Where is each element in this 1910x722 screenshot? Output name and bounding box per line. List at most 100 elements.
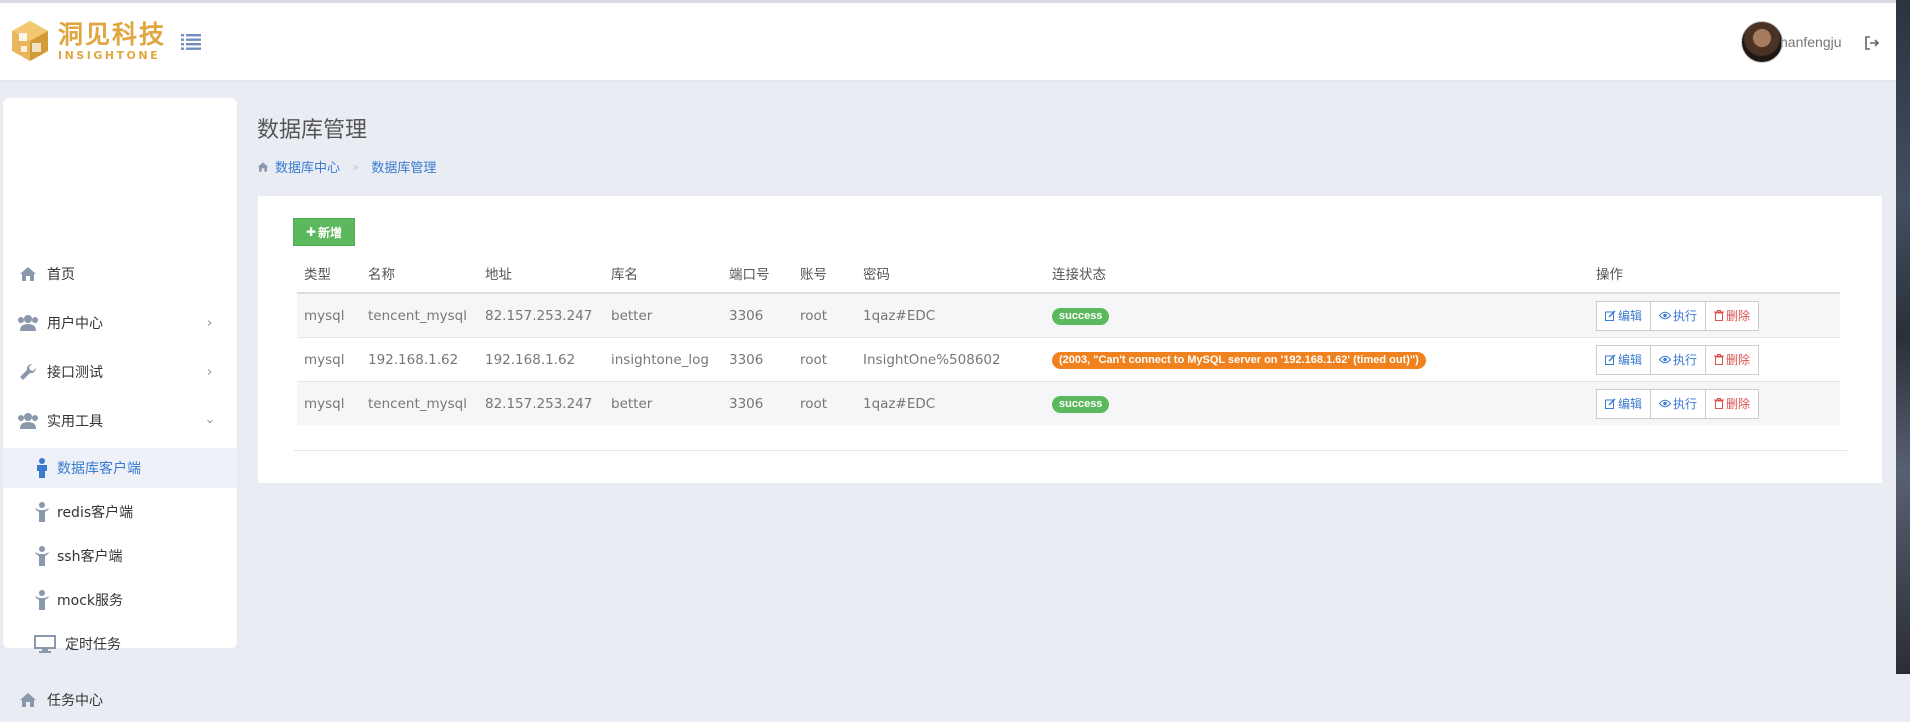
- sidebar-subitem-mock[interactable]: mock服务: [3, 580, 237, 620]
- chevron-right-icon: ›: [207, 315, 213, 331]
- logo-cube-icon: [12, 21, 48, 61]
- eye-icon: [1659, 355, 1672, 364]
- col-header: 地址: [478, 254, 604, 294]
- edit-button[interactable]: 编辑: [1596, 344, 1652, 375]
- cell-db: better: [604, 292, 722, 338]
- username[interactable]: hanfengju: [1780, 34, 1842, 50]
- logo[interactable]: 洞见科技 INSIGHTONE: [8, 15, 166, 67]
- delete-label: 删除: [1726, 397, 1751, 411]
- cell-password: InsightOne%508602: [856, 337, 1045, 382]
- sidebar-item-label: 接口测试: [47, 365, 103, 381]
- edit-label: 编辑: [1618, 353, 1643, 367]
- sidebar-subitem-redis-client[interactable]: redis客户端: [3, 492, 237, 532]
- sidebar-subitem-ssh-client[interactable]: ssh客户端: [3, 536, 237, 576]
- logo-text-cn: 洞见科技: [58, 19, 167, 49]
- wrench-icon: [17, 361, 39, 383]
- edit-icon: [1605, 310, 1616, 321]
- trash-icon: [1714, 398, 1725, 409]
- add-button-label: 新增: [318, 225, 343, 240]
- trash-icon: [1714, 310, 1725, 321]
- delete-button[interactable]: 删除: [1705, 344, 1760, 375]
- person-icon: [33, 457, 51, 479]
- action-group: 编辑 执行 删除: [1596, 344, 1760, 375]
- status-badge: success: [1052, 395, 1110, 413]
- cell-port: 3306: [722, 292, 793, 338]
- sidebar-subitem-db-client[interactable]: 数据库客户端: [3, 448, 237, 488]
- table-row: mysql tencent_mysql 82.157.253.247 bette…: [297, 292, 1840, 338]
- sidebar-item-label: 首页: [47, 267, 75, 283]
- users-icon: [17, 410, 39, 432]
- users-icon: [17, 312, 39, 334]
- sidebar-item-home[interactable]: 首页: [3, 252, 237, 296]
- cell-name: tencent_mysql: [361, 292, 478, 338]
- home-icon: [17, 263, 39, 285]
- cell-db: insightone_log: [604, 337, 722, 382]
- sidebar-item-task-center[interactable]: 任务中心: [3, 678, 237, 722]
- run-button[interactable]: 执行: [1650, 300, 1707, 331]
- plus-icon: ✚: [305, 225, 317, 239]
- sidebar-subitem-scheduled-task[interactable]: 定时任务: [3, 624, 237, 664]
- run-label: 执行: [1673, 353, 1698, 367]
- action-group: 编辑 执行 删除: [1596, 300, 1760, 331]
- cell-host: 82.157.253.247: [478, 292, 604, 338]
- edit-icon: [1605, 398, 1616, 409]
- breadcrumb-link-db-center[interactable]: 数据库中心: [275, 157, 340, 176]
- avatar[interactable]: [1741, 21, 1783, 63]
- page-title: 数据库管理: [257, 118, 368, 143]
- home-icon: [257, 161, 269, 172]
- cell-name: 192.168.1.62: [361, 337, 478, 382]
- edit-icon: [1605, 354, 1616, 365]
- eye-icon: [1659, 311, 1672, 320]
- status-badge: success: [1052, 307, 1110, 325]
- monitor-icon: [33, 633, 57, 655]
- chevron-down-icon: ›: [202, 418, 218, 424]
- person-icon: [33, 589, 51, 611]
- logout-icon[interactable]: [1864, 36, 1880, 50]
- add-button[interactable]: ✚ 新增: [293, 218, 355, 246]
- person-icon: [33, 545, 51, 567]
- cell-host: 192.168.1.62: [478, 337, 604, 382]
- logo-text-en: INSIGHTONE: [58, 48, 161, 62]
- sidebar-subitem-label: 定时任务: [65, 637, 121, 653]
- delete-label: 删除: [1726, 309, 1751, 323]
- delete-button[interactable]: 删除: [1705, 388, 1760, 419]
- col-header: 库名: [604, 254, 722, 294]
- col-header: 类型: [297, 254, 361, 294]
- cell-type: mysql: [297, 381, 361, 425]
- cell-host: 82.157.253.247: [478, 381, 604, 425]
- table-row: mysql tencent_mysql 82.157.253.247 bette…: [297, 381, 1840, 425]
- cell-password: 1qaz#EDC: [856, 292, 1045, 338]
- breadcrumb-link-db-manage[interactable]: 数据库管理: [371, 157, 436, 176]
- sidebar-subitem-label: mock服务: [57, 593, 124, 609]
- cell-db: better: [604, 381, 722, 425]
- top-header: 洞见科技 INSIGHTONE hanfengju: [0, 3, 1896, 81]
- menu-toggle-icon[interactable]: [181, 33, 201, 51]
- cell-actions: 编辑 执行 删除: [1589, 292, 1840, 338]
- edit-button[interactable]: 编辑: [1596, 388, 1652, 419]
- col-header: 账号: [793, 254, 856, 294]
- cell-user: root: [793, 381, 856, 425]
- content-panel: ✚ 新增 类型 名称 地址 库名 端口号 账号 密码 连接状态 操作 mysql…: [258, 196, 1882, 483]
- delete-button[interactable]: 删除: [1705, 300, 1760, 331]
- run-button[interactable]: 执行: [1650, 344, 1707, 375]
- cell-port: 3306: [722, 381, 793, 425]
- col-header: 连接状态: [1045, 254, 1589, 294]
- col-header: 名称: [361, 254, 478, 294]
- run-label: 执行: [1673, 397, 1698, 411]
- cell-user: root: [793, 337, 856, 382]
- table-header-row: 类型 名称 地址 库名 端口号 账号 密码 连接状态 操作: [297, 254, 1840, 294]
- edit-button[interactable]: 编辑: [1596, 300, 1652, 331]
- sidebar-item-label: 用户中心: [47, 316, 103, 332]
- window-edge: [1896, 0, 1910, 674]
- sidebar-item-api-test[interactable]: 接口测试 ›: [3, 350, 237, 394]
- person-icon: [33, 501, 51, 523]
- sidebar-item-label: 任务中心: [47, 693, 103, 709]
- chevron-right-icon: ›: [207, 364, 213, 380]
- cell-type: mysql: [297, 292, 361, 338]
- cell-type: mysql: [297, 337, 361, 382]
- run-button[interactable]: 执行: [1650, 388, 1707, 419]
- sidebar-item-user-center[interactable]: 用户中心 ›: [3, 301, 237, 345]
- sidebar-item-tools[interactable]: 实用工具 ›: [3, 399, 237, 443]
- sidebar-item-label: 实用工具: [47, 414, 103, 430]
- status-badge: (2003, "Can't connect to MySQL server on…: [1052, 351, 1426, 369]
